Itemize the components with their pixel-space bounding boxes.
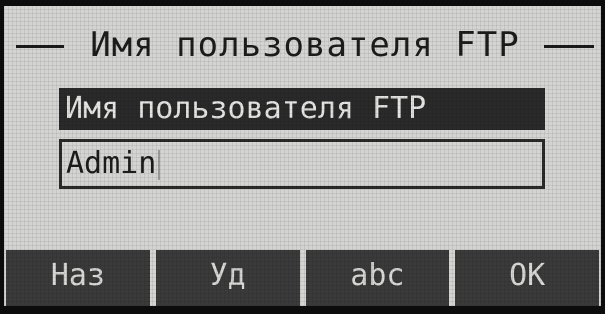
title-divider-left xyxy=(16,45,64,48)
delete-softkey[interactable]: Уд xyxy=(155,250,300,306)
ftp-username-value: Admin xyxy=(66,146,157,181)
softkey-bar: Наз Уд abc OK xyxy=(4,250,601,306)
title-divider-right xyxy=(544,45,594,48)
ok-softkey[interactable]: OK xyxy=(455,250,599,306)
lcd-screen: Имя пользователя FTP Имя пользователя FT… xyxy=(4,6,601,306)
input-mode-softkey[interactable]: abc xyxy=(305,250,450,306)
screen-title: Имя пользователя FTP xyxy=(90,25,520,65)
text-caret xyxy=(158,149,161,180)
ftp-username-input[interactable]: Admin xyxy=(59,139,545,189)
device-bezel: Имя пользователя FTP Имя пользователя FT… xyxy=(0,0,605,314)
screen-title-bar: Имя пользователя FTP xyxy=(4,20,601,70)
back-softkey[interactable]: Наз xyxy=(6,250,150,306)
ftp-username-label: Имя пользователя FTP xyxy=(59,88,545,130)
